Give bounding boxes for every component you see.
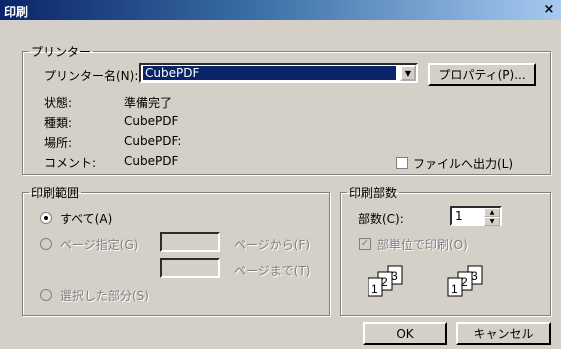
copies-spinner[interactable]: ▲ ▼ (484, 208, 500, 226)
range-all-label[interactable]: すべて(A) (60, 210, 112, 227)
location-label: 場所: (44, 136, 73, 150)
ok-button[interactable]: OK (363, 322, 447, 345)
window-title: 印刷 (4, 5, 29, 19)
spin-down-icon[interactable]: ▼ (484, 217, 500, 226)
stack-2-page-1: 1 (451, 282, 458, 296)
cancel-button[interactable]: キャンセル (456, 322, 551, 345)
print-to-file-label[interactable]: ファイルへ出力(L) (413, 155, 513, 172)
collate-pages-icon: 1 2 3 1 2 3 (368, 265, 483, 297)
type-value: CubePDF (124, 114, 179, 128)
spin-up-icon[interactable]: ▲ (484, 208, 500, 217)
type-label: 種類: (44, 116, 73, 130)
printer-name-label: プリンター名(N): (44, 69, 139, 83)
status-value: 準備完了 (124, 96, 173, 110)
range-selection-radio[interactable] (40, 289, 52, 301)
range-selection-label[interactable]: 選択した部分(S) (60, 287, 149, 304)
check-icon: ✓ (360, 238, 370, 249)
location-value: CubePDF: (124, 134, 182, 148)
page-to-label: ページまで(T) (234, 264, 311, 278)
collate-label[interactable]: 部単位で印刷(O) (377, 236, 468, 253)
copies-group-label: 印刷部数 (349, 186, 398, 200)
print-dialog: 印刷 × プリンター プリンター名(N): CubePDF ▼ プロパティ(P)… (0, 0, 561, 349)
copies-count-value: 1 (455, 209, 463, 223)
comment-label: コメント: (44, 156, 97, 170)
stack-2-page-3: 3 (471, 269, 478, 283)
printer-group-label: プリンター (31, 45, 92, 59)
stack-1-page-3: 3 (391, 269, 398, 283)
dropdown-button[interactable]: ▼ (400, 65, 416, 81)
copies-count-label: 部数(C): (358, 212, 404, 226)
comment-value: CubePDF (124, 154, 179, 168)
properties-button[interactable]: プロパティ(P)... (428, 63, 536, 86)
range-pages-label[interactable]: ページ指定(G) (60, 236, 138, 253)
status-label: 状態: (44, 96, 73, 110)
copies-count-input[interactable]: 1 ▲ ▼ (450, 206, 502, 226)
page-to-input[interactable] (160, 258, 220, 278)
collate-checkbox[interactable]: ✓ (359, 238, 371, 250)
page-stack-2: 1 2 3 (447, 265, 483, 297)
page-from-input[interactable] (160, 232, 220, 252)
close-icon: × (543, 2, 555, 17)
print-range-group-label: 印刷範囲 (31, 186, 80, 200)
page-from-label: ページから(F) (234, 238, 311, 252)
printer-name-value: CubePDF (143, 66, 396, 80)
stack-1-page-2: 2 (381, 275, 388, 289)
range-all-radio[interactable] (40, 212, 52, 224)
stack-1-page-1: 1 (371, 282, 378, 296)
print-to-file-checkbox[interactable] (396, 157, 408, 169)
chevron-down-icon: ▼ (404, 68, 412, 78)
close-button[interactable]: × (541, 2, 557, 17)
range-pages-radio[interactable] (40, 238, 52, 250)
printer-name-select[interactable]: CubePDF ▼ (139, 63, 418, 83)
title-bar[interactable]: 印刷 × (0, 0, 561, 20)
stack-2-page-2: 2 (461, 275, 468, 289)
page-stack-1: 1 2 3 (368, 265, 403, 297)
